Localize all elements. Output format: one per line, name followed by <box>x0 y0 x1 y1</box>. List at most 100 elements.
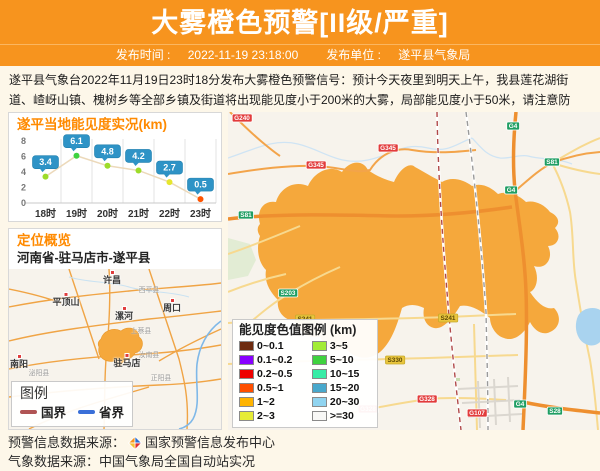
legend-swatch <box>239 369 254 379</box>
road-shield: G107 <box>467 409 487 418</box>
legend-label: 20~30 <box>330 396 360 408</box>
svg-text:23时: 23时 <box>190 207 211 220</box>
publish-time-label: 发布时间 : <box>116 48 174 62</box>
header: 大雾橙色预警[II级/严重] 发布时间 : 2022-11-19 23:18:0… <box>0 0 600 66</box>
fog-warning-page: 大雾橙色预警[II级/严重] 发布时间 : 2022-11-19 23:18:0… <box>0 0 600 471</box>
nwc-diamond-logo-icon <box>128 436 142 450</box>
legend-swatch <box>239 341 254 351</box>
legend-swatch <box>239 397 254 407</box>
legend-swatch <box>239 355 254 365</box>
svg-text:0.5: 0.5 <box>194 180 207 190</box>
map-legend: 能见度色值图例 (km) 0~0.1 0.1~0.2 0.2~0.5 0.5~11~2… <box>232 319 378 428</box>
legend-label: 10~15 <box>330 368 360 380</box>
road-shield: G240 <box>232 114 252 123</box>
footer: 预警信息数据来源： 国家预警信息发布中心 气象数据来源： 中国气象局全国自动站实… <box>0 430 600 471</box>
city-marker: 漯河 <box>115 306 133 321</box>
svg-text:2.7: 2.7 <box>163 163 176 173</box>
road-shield: S203 <box>278 289 298 298</box>
visibility-chart-panel: 遂平当地能见度实况(km) 024683.418时6.119时4.820时4.2… <box>8 112 222 222</box>
legend-label: 5~10 <box>330 354 354 366</box>
city-marker: 许昌 <box>103 270 121 285</box>
legend-label: 国界 <box>41 402 66 421</box>
footer-line-1: 预警信息数据来源： 国家预警信息发布中心 <box>8 433 592 452</box>
legend-swatch <box>312 383 327 393</box>
left-column: 遂平当地能见度实况(km) 024683.418时6.119时4.820时4.2… <box>8 112 222 430</box>
warning-text: 遂平县气象台2022年11月19日23时18分发布大雾橙色预警信号：预计今天夜里… <box>0 66 600 112</box>
city-label: 平顶山 <box>52 297 79 307</box>
legend-swatch <box>312 369 327 379</box>
city-marker: 南阳 <box>10 354 28 369</box>
legend-label: 0.1~0.2 <box>257 354 292 366</box>
svg-text:4: 4 <box>21 167 26 177</box>
county-label: 泌阳县 <box>29 368 49 377</box>
location-title: 定位概览 <box>9 229 221 249</box>
legend-item: 省界 <box>78 402 124 421</box>
road-shield: G345 <box>306 161 326 170</box>
svg-text:22时: 22时 <box>159 207 180 220</box>
road-shield: G328 <box>417 395 437 404</box>
weather-source-value: 中国气象局全国自动站实况 <box>99 452 255 471</box>
legend-label: 0.2~0.5 <box>257 368 292 380</box>
map-legend-title: 能见度色值图例 (km) <box>239 323 371 338</box>
city-label: 南阳 <box>10 359 28 369</box>
minimap-legend-title: 图例 <box>20 385 124 402</box>
legend-swatch <box>312 341 327 351</box>
footer-line-2: 气象数据来源： 中国气象局全国自动站实况 <box>8 452 592 471</box>
road-shield: S28 <box>547 407 563 416</box>
location-breadcrumb: 河南省-驻马店市-遂平县 <box>9 249 221 269</box>
legend-item: 0~0.1 <box>239 339 304 352</box>
weather-source-label: 气象数据来源： <box>8 452 99 471</box>
city-marker: 驻马店 <box>113 353 140 368</box>
small-park <box>456 378 460 381</box>
svg-text:18时: 18时 <box>35 207 56 220</box>
svg-text:3.4: 3.4 <box>39 157 52 167</box>
legend-item: 0.1~0.2 <box>239 353 304 366</box>
legend-label: 省界 <box>99 402 124 421</box>
county-label: 上蔡县 <box>131 326 151 335</box>
publish-info-bar: 发布时间 : 2022-11-19 23:18:00发布单位 : 遂平县气象局 <box>0 44 600 66</box>
road-shield: S81 <box>238 211 254 220</box>
warning-source-value: 国家预警信息发布中心 <box>145 433 275 452</box>
legend-label: 0.5~1 <box>257 382 284 394</box>
svg-text:0: 0 <box>21 198 26 208</box>
city-marker: 平顶山 <box>52 292 79 307</box>
publish-unit-value: 遂平县气象局 <box>398 48 470 62</box>
legend-item: 3~5 <box>312 339 371 352</box>
legend-swatch <box>239 411 254 421</box>
location-panel: 定位概览 河南省-驻马店市-遂平县 <box>8 228 222 430</box>
svg-text:4.2: 4.2 <box>132 151 145 161</box>
svg-text:4.8: 4.8 <box>101 146 114 156</box>
svg-text:19时: 19时 <box>66 207 87 220</box>
legend-item: 20~30 <box>312 395 371 408</box>
road-shield: S330 <box>385 356 405 365</box>
legend-swatch <box>312 411 327 421</box>
road-shield: G345 <box>378 144 398 153</box>
legend-label: 3~5 <box>330 340 348 352</box>
city-label: 漯河 <box>115 311 133 321</box>
legend-swatch <box>312 397 327 407</box>
road-shield: S241 <box>438 314 458 323</box>
svg-text:8: 8 <box>21 136 26 146</box>
location-minimap[interactable]: 许昌平顶山漯河周口南阳驻马店西平县上蔡县汝南县泌阳县正阳县 图例 国界省界 <box>9 269 221 429</box>
main-content: 遂平当地能见度实况(km) 024683.418时6.119时4.820时4.2… <box>0 112 600 430</box>
map-legend-items: 0~0.1 0.1~0.2 0.2~0.5 0.5~11~22~3 3~5 5~10 10~… <box>239 339 371 422</box>
county-label: 西平县 <box>139 285 159 294</box>
legend-item: 2~3 <box>239 409 304 422</box>
svg-text:20时: 20时 <box>97 207 118 220</box>
legend-item: 1~2 <box>239 395 304 408</box>
city-label: 周口 <box>163 303 181 313</box>
legend-label: >=30 <box>330 410 354 422</box>
legend-item: 15~20 <box>312 381 371 394</box>
svg-text:6.1: 6.1 <box>70 136 83 146</box>
svg-text:2: 2 <box>21 183 26 193</box>
legend-swatch <box>312 355 327 365</box>
warning-source-label: 预警信息数据来源： <box>8 433 125 452</box>
city-marker: 周口 <box>163 298 181 313</box>
legend-item: 5~10 <box>312 353 371 366</box>
legend-swatch <box>78 410 95 414</box>
legend-item: 0.5~1 <box>239 381 304 394</box>
main-map[interactable]: G240G345G345G328G328G107G4G4G4S81S81S28S… <box>228 112 600 430</box>
minimap-legend-items: 国界 省界 <box>20 402 124 421</box>
svg-text:6: 6 <box>21 152 26 162</box>
legend-item: >=30 <box>312 409 371 422</box>
